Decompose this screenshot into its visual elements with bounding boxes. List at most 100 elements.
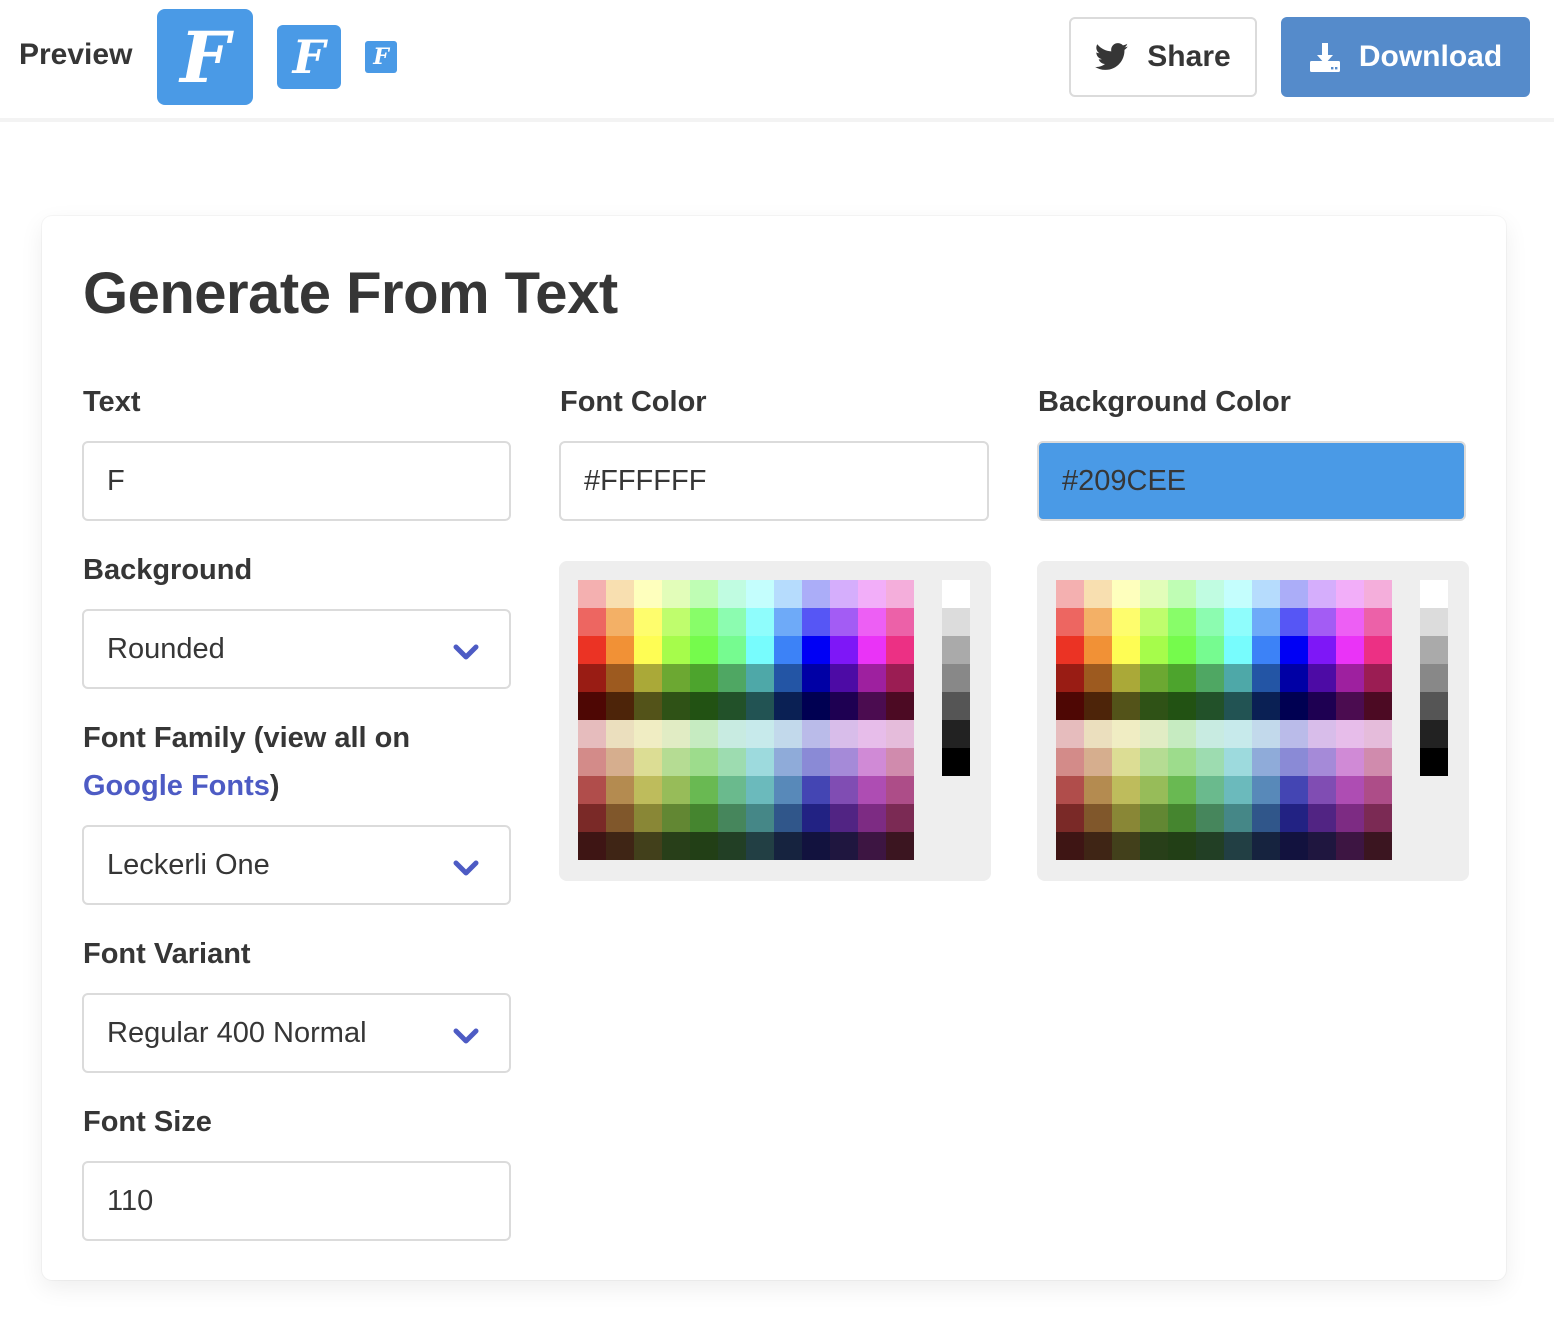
color-swatch[interactable] [886,636,914,664]
color-swatch[interactable] [1196,608,1224,636]
font-color-input-field[interactable] [584,464,987,498]
color-swatch[interactable] [1140,664,1168,692]
color-swatch[interactable] [1168,580,1196,608]
color-swatch[interactable] [830,748,858,776]
color-swatch[interactable] [802,748,830,776]
color-swatch[interactable] [662,804,690,832]
color-swatch[interactable] [718,748,746,776]
color-swatch[interactable] [1056,608,1084,636]
color-swatch[interactable] [1140,608,1168,636]
color-swatch[interactable] [718,580,746,608]
color-swatch[interactable] [1280,720,1308,748]
color-swatch[interactable] [830,832,858,860]
gray-swatch[interactable] [942,580,970,608]
color-swatch[interactable] [1252,776,1280,804]
color-swatch[interactable] [1364,804,1392,832]
color-swatch[interactable] [690,776,718,804]
color-swatch[interactable] [1140,692,1168,720]
color-swatch[interactable] [1056,804,1084,832]
color-swatch[interactable] [1112,748,1140,776]
color-swatch[interactable] [858,692,886,720]
color-swatch[interactable] [690,748,718,776]
color-swatch[interactable] [718,776,746,804]
color-swatch[interactable] [1308,776,1336,804]
color-swatch[interactable] [1140,748,1168,776]
color-swatch[interactable] [858,664,886,692]
gray-swatch[interactable] [1420,748,1448,776]
color-swatch[interactable] [1364,636,1392,664]
color-swatch[interactable] [886,832,914,860]
color-swatch[interactable] [1140,636,1168,664]
color-swatch[interactable] [830,692,858,720]
color-swatch[interactable] [718,664,746,692]
color-swatch[interactable] [1084,720,1112,748]
font-size-input[interactable] [82,1161,511,1241]
color-swatch[interactable] [1336,748,1364,776]
color-swatch[interactable] [1168,608,1196,636]
color-swatch[interactable] [1168,748,1196,776]
color-swatch[interactable] [1196,748,1224,776]
color-swatch[interactable] [858,748,886,776]
color-swatch[interactable] [1336,832,1364,860]
color-swatch[interactable] [606,804,634,832]
color-swatch[interactable] [1168,804,1196,832]
color-swatch[interactable] [886,692,914,720]
color-swatch[interactable] [690,664,718,692]
color-swatch[interactable] [1112,804,1140,832]
color-swatch[interactable] [718,720,746,748]
gray-swatch[interactable] [942,748,970,776]
color-swatch[interactable] [802,692,830,720]
color-swatch[interactable] [1112,692,1140,720]
color-swatch[interactable] [1168,720,1196,748]
color-swatch[interactable] [1084,664,1112,692]
color-swatch[interactable] [718,692,746,720]
color-swatch[interactable] [1280,580,1308,608]
color-swatch[interactable] [1252,636,1280,664]
color-swatch[interactable] [746,692,774,720]
color-swatch[interactable] [1112,608,1140,636]
color-swatch[interactable] [1224,608,1252,636]
google-fonts-link[interactable]: Google Fonts [83,770,270,802]
color-swatch[interactable] [690,720,718,748]
gray-swatch[interactable] [1420,692,1448,720]
color-swatch[interactable] [634,748,662,776]
font-size-input-field[interactable] [107,1184,509,1218]
background-select[interactable]: Rounded [82,609,511,689]
color-swatch[interactable] [746,720,774,748]
color-swatch[interactable] [1196,832,1224,860]
color-swatch[interactable] [774,580,802,608]
color-swatch[interactable] [886,580,914,608]
color-swatch[interactable] [1168,692,1196,720]
color-swatch[interactable] [1364,748,1392,776]
color-swatch[interactable] [1364,608,1392,636]
font-variant-select[interactable]: Regular 400 Normal [82,993,511,1073]
color-swatch[interactable] [1168,636,1196,664]
color-swatch[interactable] [774,748,802,776]
gray-swatch[interactable] [942,692,970,720]
color-swatch[interactable] [578,804,606,832]
color-swatch[interactable] [1252,832,1280,860]
gray-swatch[interactable] [942,720,970,748]
font-color-input[interactable] [559,441,989,521]
color-swatch[interactable] [774,692,802,720]
color-swatch[interactable] [606,832,634,860]
color-swatch[interactable] [578,608,606,636]
color-swatch[interactable] [1196,580,1224,608]
color-swatch[interactable] [774,636,802,664]
color-swatch[interactable] [690,804,718,832]
color-swatch[interactable] [1364,720,1392,748]
color-swatch[interactable] [746,776,774,804]
color-swatch[interactable] [1112,720,1140,748]
color-swatch[interactable] [1280,664,1308,692]
color-swatch[interactable] [1252,720,1280,748]
color-swatch[interactable] [1112,636,1140,664]
color-swatch[interactable] [606,692,634,720]
color-swatch[interactable] [1308,608,1336,636]
download-button[interactable]: Download [1281,17,1530,97]
color-swatch[interactable] [662,580,690,608]
color-swatch[interactable] [1364,776,1392,804]
color-swatch[interactable] [1336,580,1364,608]
color-swatch[interactable] [662,608,690,636]
color-swatch[interactable] [1336,720,1364,748]
color-swatch[interactable] [606,636,634,664]
